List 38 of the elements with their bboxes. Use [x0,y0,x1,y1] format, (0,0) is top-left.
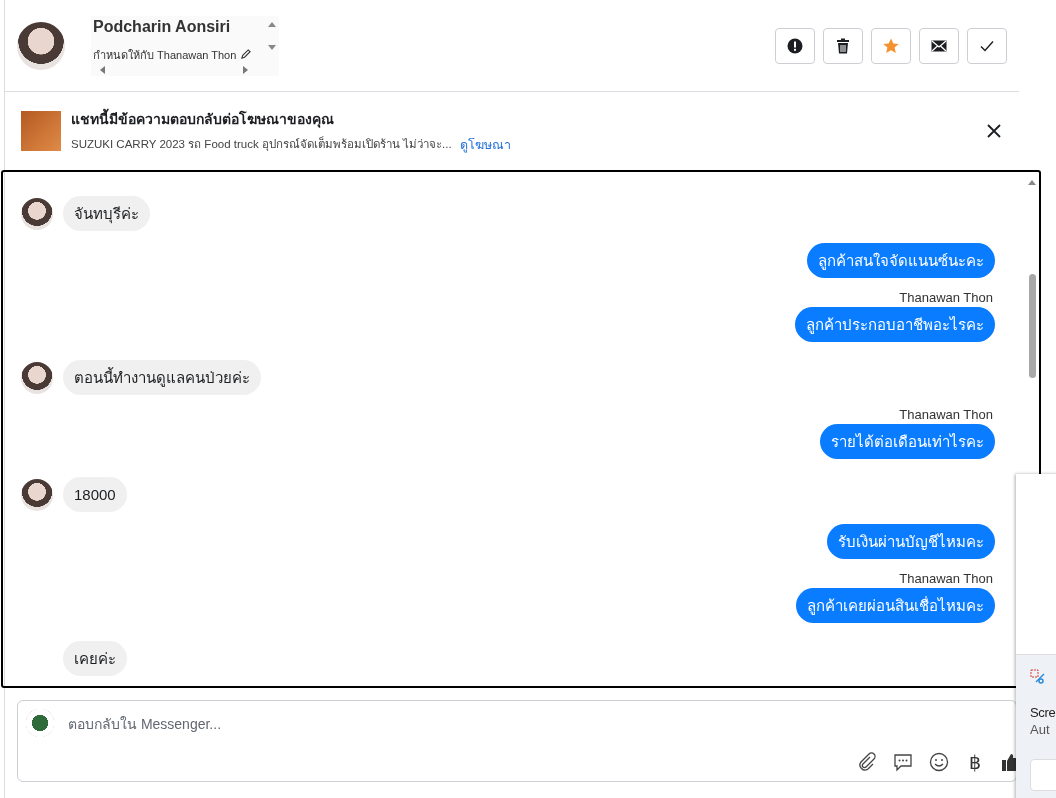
sent-message: รายได้ต่อเดือนเท่าไรคะ [820,424,995,459]
sent-message: ลูกค้าประกอบอาชีพอะไรคะ [795,307,995,342]
assigned-label: กำหนดให้กับ Thanawan Thon [93,47,237,63]
payment-button[interactable]: ฿ [964,751,986,773]
scroll-up-icon[interactable] [1028,178,1036,186]
ad-thumbnail [21,111,61,151]
reply-box[interactable]: ตอบกลับใน Messenger... ฿ [17,700,1017,782]
received-message: จันทบุรีค่ะ [63,196,150,231]
received-message: เคยค่ะ [63,641,127,676]
emoji-icon[interactable] [928,751,950,773]
sent-message: ลูกค้าสนใจจัดแนนซ์นะคะ [807,243,995,278]
ad-reply-title: แชทนี้มีข้อความตอบกลับต่อโฆษณาของคุณ [71,107,335,130]
delete-button[interactable] [823,27,863,64]
sender-name: Thanawan Thon [899,290,993,305]
view-ad-link[interactable]: ดูโฆษณา [459,134,511,155]
saved-replies-icon[interactable] [892,751,914,773]
profile-photo [17,21,65,70]
horizontal-scroll-arrows-icon[interactable] [99,65,249,74]
sent-message: รับเงินผ่านบัญชีไหมคะ [827,524,995,559]
pencil-icon[interactable] [240,49,252,60]
notification-title: Scre [1030,705,1056,720]
sender-name: Thanawan Thon [899,407,993,422]
unread-button[interactable] [919,27,959,64]
scrollbar-thumb[interactable] [1029,274,1036,378]
received-message: 18000 [63,477,127,512]
spam-icon [787,37,803,54]
attachment-icon[interactable] [856,751,878,773]
received-message: ตอนนี้ทำงานดูแลคนป่วยค่ะ [63,360,261,395]
contact-name: Podcharin Aonsiri [93,17,232,36]
delete-icon [835,37,851,54]
star-button[interactable] [871,27,911,64]
close-icon[interactable] [987,124,1001,138]
notification-text: Aut [1030,722,1051,737]
ad-description: SUZUKI CARRY 2023 รถ Food truck อุปกรณ์จัดเต็มพร้อมเปิดร้าน ไม่ว่าจะ... [71,135,452,153]
star-icon [883,37,899,54]
sent-message: ลูกค้าเคยผ่อนสินเชื่อไหมคะ [796,588,995,623]
spam-button[interactable] [775,27,815,64]
sender-name: Thanawan Thon [899,571,993,586]
